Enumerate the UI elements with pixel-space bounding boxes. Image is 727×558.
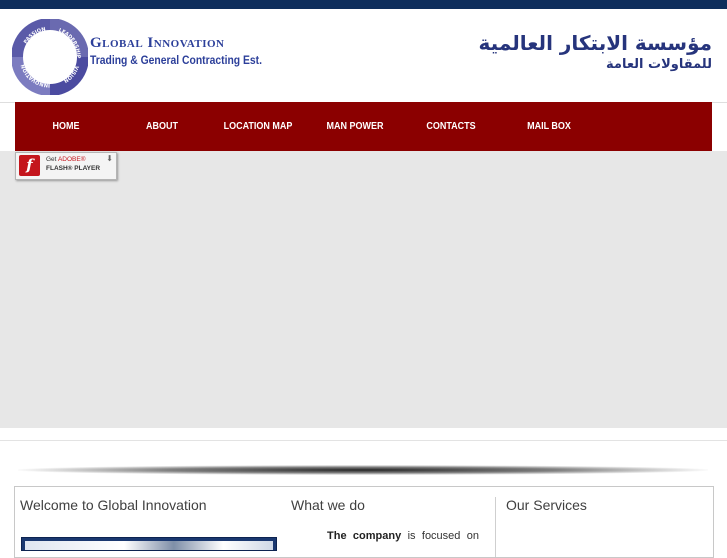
get-flash-player-button[interactable]: f Get ADOBE® FLASH® PLAYER ⬇ [15,152,117,180]
main-navigation: HOME ABOUT LOCATION MAP MAN POWER CONTAC… [15,102,712,151]
arabic-subtitle: للمقاولات العامة [606,57,712,72]
what-we-do-heading: What we do [291,497,365,513]
flash-badge-line1: Get ADOBE® [46,156,85,163]
our-services-heading: Our Services [506,497,587,513]
flash-content-area [0,151,727,428]
nav-home[interactable]: HOME [44,102,89,151]
download-arrow-icon: ⬇ [106,154,113,163]
content-panel: Welcome to Global Innovation What we do … [14,486,714,558]
column-separator [495,497,496,557]
company-bold-text: The company [327,530,402,542]
arabic-company-name: مؤسسة الابتكار العالمية للمقاولات العامة [479,31,712,73]
section-divider [0,440,727,441]
nav-mail-box[interactable]: MAIL BOX [518,102,581,151]
welcome-image [21,537,277,551]
nav-about[interactable]: ABOUT [140,102,185,151]
flash-badge-line2: FLASH® PLAYER [46,165,101,172]
logo-ring-icon: PASSION LEADERSHIP VISION INNOVATION [12,19,88,95]
nav-location-map[interactable]: LOCATION MAP [222,102,294,151]
company-logo[interactable]: PASSION LEADERSHIP VISION INNOVATION Glo… [12,19,282,97]
flash-adobe-text: ADOBE® [57,156,86,163]
top-accent-bar [0,0,727,9]
arabic-title: مؤسسة الابتكار العالمية [478,31,712,55]
site-header: PASSION LEADERSHIP VISION INNOVATION Glo… [0,9,727,103]
logo-subtitle: Trading & General Contracting Est. [90,55,262,67]
nav-man-power[interactable]: MAN POWER [321,102,389,151]
logo-title: Global Innovation [90,35,225,51]
decorative-shadow-divider [18,465,708,475]
flash-logo-icon: f [19,155,40,176]
welcome-heading: Welcome to Global Innovation [20,497,207,513]
flash-get-text: Get [46,156,57,163]
company-rest-text: is focused on [401,530,480,542]
nav-contacts[interactable]: CONTACTS [420,102,483,151]
what-we-do-text: The company is focused on [327,530,479,542]
